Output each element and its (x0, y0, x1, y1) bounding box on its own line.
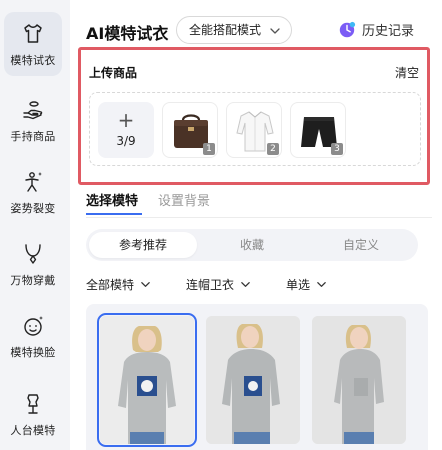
segment-recommended[interactable]: 参考推荐 (89, 232, 197, 258)
necklace-icon (25, 244, 41, 264)
sidebar-item-label: 模特换脸 (10, 346, 56, 359)
pose-sparkle-icon (25, 172, 42, 192)
face-swap-icon (24, 316, 43, 336)
sidebar-item-model-tryon[interactable]: 模特试衣 (4, 12, 62, 76)
filter-all-models[interactable]: 全部模特 (86, 276, 151, 293)
upload-title: 上传商品 (89, 66, 138, 80)
hand-holding-icon (23, 101, 43, 120)
history-label: 历史记录 (362, 24, 415, 39)
upload-drop-zone[interactable]: + 3/9 1 2 3 (89, 92, 421, 166)
tshirt-icon (24, 24, 42, 43)
chevron-down-icon (270, 28, 280, 34)
active-tab-indicator (86, 213, 142, 215)
item-index-badge: 3 (331, 143, 343, 155)
plus-icon: + (117, 108, 135, 132)
uploaded-item[interactable]: 3 (290, 102, 346, 158)
chevron-down-icon (317, 282, 326, 287)
main-panel: AI模特试衣 全能搭配模式 历史记录 上传商品 清空 + 3/9 1 2 3 选… (70, 0, 442, 450)
model-source-segmented: 参考推荐 收藏 自定义 (86, 229, 418, 261)
sidebar-item-label: 手持商品 (10, 130, 56, 143)
model-card[interactable] (97, 313, 197, 447)
section-tabs: 选择模特 设置背景 (86, 190, 432, 218)
model-photo (312, 316, 406, 444)
segment-custom[interactable]: 自定义 (307, 232, 415, 258)
sidebar-item-wear-anything[interactable]: 万物穿戴 (4, 232, 62, 296)
chevron-down-icon (141, 282, 150, 287)
uploaded-item[interactable]: 2 (226, 102, 282, 158)
sidebar-item-label: 姿势裂变 (10, 202, 56, 215)
model-photo (100, 316, 194, 444)
item-index-badge: 1 (203, 143, 215, 155)
tab-set-background[interactable]: 设置背景 (158, 190, 210, 209)
filter-hoodie[interactable]: 连帽卫衣 (186, 276, 251, 293)
model-grid (86, 304, 428, 450)
sidebar: 模特试衣 手持商品 姿势裂变 万物穿戴 模特换脸 人台模特 (0, 0, 68, 450)
filter-label: 全部模特 (86, 278, 135, 292)
model-card[interactable] (312, 316, 406, 444)
mannequin-icon (27, 394, 39, 414)
mode-select-value: 全能搭配模式 (189, 23, 262, 37)
sidebar-item-label: 人台模特 (10, 424, 56, 437)
app-root: 模特试衣 手持商品 姿势裂变 万物穿戴 模特换脸 人台模特 AI模特试衣 全能搭… (0, 0, 442, 450)
segment-favorites[interactable]: 收藏 (198, 232, 306, 258)
tab-select-model[interactable]: 选择模特 (86, 190, 138, 209)
model-photo (206, 316, 300, 444)
history-button[interactable]: 历史记录 (338, 20, 414, 39)
upload-panel: 上传商品 清空 + 3/9 1 2 3 (78, 47, 430, 185)
sidebar-item-face-swap[interactable]: 模特换脸 (4, 304, 62, 368)
filter-single-select[interactable]: 单选 (286, 276, 327, 293)
filter-label: 连帽卫衣 (186, 278, 235, 292)
item-index-badge: 2 (267, 143, 279, 155)
filter-label: 单选 (286, 278, 311, 292)
clock-moon-icon (339, 21, 356, 37)
chevron-down-icon (241, 282, 250, 287)
sidebar-item-mannequin[interactable]: 人台模特 (4, 382, 62, 446)
sidebar-item-label: 模特试衣 (10, 54, 56, 67)
add-item-button[interactable]: + 3/9 (98, 102, 154, 158)
clear-button[interactable]: 清空 (395, 64, 419, 81)
sidebar-item-handheld[interactable]: 手持商品 (4, 88, 62, 152)
sidebar-item-label: 万物穿戴 (10, 274, 56, 287)
page-title: AI模特试衣 (86, 24, 169, 43)
upload-count: 3/9 (116, 134, 136, 148)
uploaded-item[interactable]: 1 (162, 102, 218, 158)
model-card[interactable] (206, 316, 300, 444)
mode-select[interactable]: 全能搭配模式 (176, 16, 292, 44)
sidebar-item-pose-variation[interactable]: 姿势裂变 (4, 160, 62, 224)
